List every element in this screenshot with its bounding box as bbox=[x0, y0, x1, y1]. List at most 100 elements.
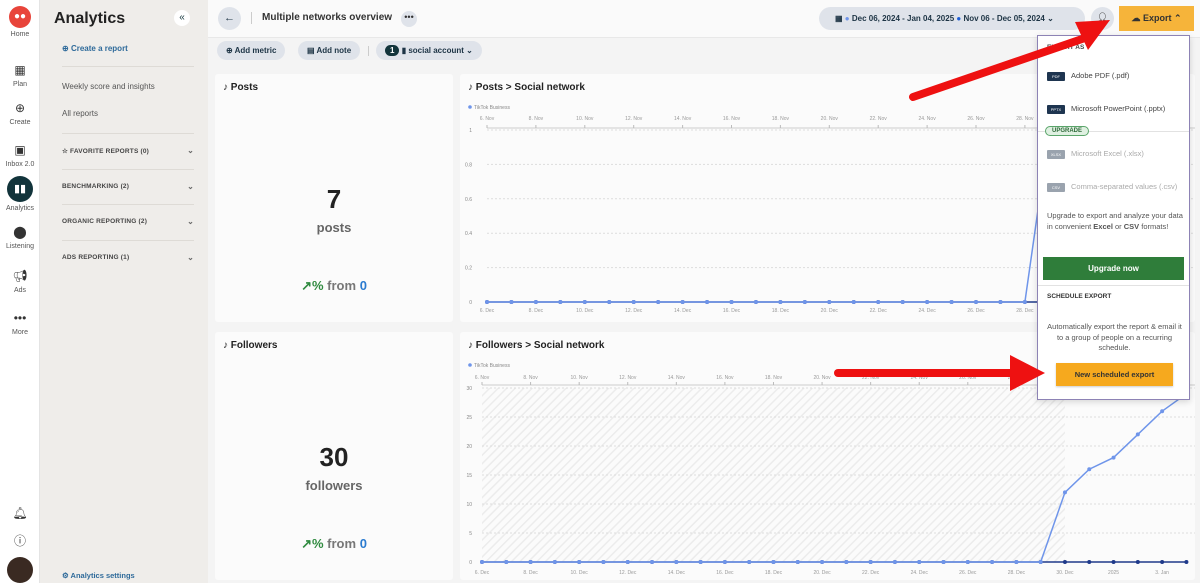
followers-summary-card: ♪ Followers 30 followers ↗% from 0 bbox=[215, 332, 453, 580]
compare-period-dot: ● bbox=[956, 14, 962, 23]
data-point bbox=[1014, 560, 1019, 564]
create-report-link[interactable]: ⊕ Create a report bbox=[62, 44, 128, 53]
data-point bbox=[778, 300, 783, 304]
bottom-x-tick-label: 20. Dec bbox=[813, 570, 831, 576]
analytics-settings-link[interactable]: ⚙ Analytics settings bbox=[62, 571, 135, 580]
export-pptx-option[interactable]: PPTX Microsoft PowerPoint (.pptx) bbox=[1047, 104, 1165, 114]
posts-unit: posts bbox=[316, 220, 352, 235]
top-x-tick-label: 12. Nov bbox=[625, 116, 643, 122]
add-note-button[interactable]: ▤ Add note bbox=[298, 41, 361, 60]
data-point bbox=[949, 300, 954, 304]
nav-more[interactable]: ••• More bbox=[0, 310, 40, 336]
share-user-button[interactable]: 👤︎ bbox=[1091, 7, 1114, 30]
bottom-x-tick-label: 18. Dec bbox=[765, 570, 783, 576]
data-point bbox=[625, 560, 630, 564]
divider bbox=[62, 66, 194, 67]
favorite-reports-section[interactable]: ☆ FAVORITE REPORTS (0) ⌄ bbox=[62, 146, 194, 155]
bottom-x-tick-label: 14. Dec bbox=[668, 570, 686, 576]
upgrade-now-button[interactable]: Upgrade now bbox=[1043, 257, 1184, 280]
ads-reporting-section[interactable]: ADS REPORTING (1) ⌄ bbox=[62, 253, 194, 262]
add-metric-button[interactable]: ⊕ Add metric bbox=[217, 41, 286, 60]
pin-icon: ⬤ bbox=[13, 225, 27, 239]
data-point bbox=[705, 300, 710, 304]
inbox-icon: ▣ bbox=[14, 143, 26, 157]
export-xlsx-option[interactable]: XLSX Microsoft Excel (.xlsx) bbox=[1047, 149, 1144, 159]
data-point bbox=[1111, 455, 1116, 460]
data-point bbox=[998, 300, 1003, 304]
data-point bbox=[1160, 409, 1165, 414]
benchmarking-section[interactable]: BENCHMARKING (2) ⌄ bbox=[62, 182, 194, 191]
ellipsis-icon: ••• bbox=[13, 311, 27, 325]
nav-ads[interactable]: 📢︎ Ads bbox=[0, 268, 40, 294]
top-x-tick-label: 8. Nov bbox=[529, 116, 544, 122]
bottom-x-tick-label: 24. Dec bbox=[911, 570, 929, 576]
notifications-button[interactable]: 🔔︎ bbox=[0, 505, 40, 524]
arrow-left-icon: ← bbox=[224, 12, 235, 24]
export-csv-option[interactable]: CSV Comma-separated values (.csv) bbox=[1047, 182, 1177, 192]
nav-plan[interactable]: ▦ Plan bbox=[0, 62, 40, 88]
weekly-score-link[interactable]: Weekly score and insights bbox=[62, 82, 155, 91]
all-reports-link[interactable]: All reports bbox=[62, 109, 98, 118]
more-options-button[interactable]: ••• bbox=[401, 11, 417, 27]
y-tick-label: 1 bbox=[469, 128, 472, 134]
nav-home[interactable]: ●● Home bbox=[0, 6, 40, 38]
y-tick-label: 0.8 bbox=[465, 162, 472, 168]
y-tick-label: 0.2 bbox=[465, 266, 472, 272]
data-point bbox=[631, 300, 636, 304]
data-point bbox=[698, 560, 703, 564]
nav-inbox[interactable]: ▣ Inbox 2.0 bbox=[0, 142, 40, 168]
data-point bbox=[900, 300, 905, 304]
legend-label: TikTok Business bbox=[474, 363, 510, 369]
data-point bbox=[558, 300, 563, 304]
bottom-x-tick-label: 26. Dec bbox=[967, 308, 985, 314]
data-point bbox=[820, 560, 825, 564]
chevron-down-icon: ⌄ bbox=[187, 146, 194, 155]
data-point bbox=[974, 300, 978, 304]
avatar[interactable] bbox=[7, 557, 33, 583]
data-point bbox=[795, 560, 800, 564]
export-button[interactable]: ☁ Export ⌃ bbox=[1119, 6, 1194, 31]
back-button[interactable]: ← bbox=[218, 7, 241, 30]
export-pdf-option[interactable]: PDF Adobe PDF (.pdf) bbox=[1047, 71, 1129, 81]
data-point bbox=[577, 560, 582, 564]
data-point bbox=[504, 560, 509, 564]
nav-create[interactable]: ⊕ Create bbox=[0, 100, 40, 126]
data-point bbox=[533, 300, 538, 304]
bottom-x-tick-label: 16. Dec bbox=[716, 570, 734, 576]
nav-listening[interactable]: ⬤ Listening bbox=[0, 224, 40, 250]
data-point bbox=[552, 560, 557, 564]
top-x-tick-label: 6. Nov bbox=[475, 375, 490, 381]
bottom-x-tick-label: 6. Dec bbox=[475, 570, 490, 576]
bar-chart-icon: ▮▮ bbox=[7, 176, 33, 202]
bottom-x-tick-label: 22. Dec bbox=[870, 308, 888, 314]
nav-analytics[interactable]: ▮▮ Analytics bbox=[0, 176, 40, 212]
schedule-export-heading: SCHEDULE EXPORT bbox=[1047, 293, 1112, 300]
bottom-x-tick-label: 12. Dec bbox=[625, 308, 643, 314]
collapse-sidebar-button[interactable]: « bbox=[174, 10, 190, 26]
followers-unit: followers bbox=[305, 478, 363, 493]
top-x-tick-label: 26. Nov bbox=[959, 375, 977, 381]
owl-logo-icon: ●● bbox=[9, 6, 31, 28]
y-tick-label: 25 bbox=[466, 415, 472, 421]
bottom-x-tick-label: 12. Dec bbox=[619, 570, 637, 576]
top-x-tick-label: 12. Nov bbox=[619, 375, 637, 381]
chevron-down-icon: ⌄ bbox=[187, 182, 194, 191]
chevron-down-icon: ⌄ bbox=[1047, 14, 1054, 23]
bottom-x-tick-label: 16. Dec bbox=[723, 308, 741, 314]
y-tick-label: 10 bbox=[466, 502, 472, 508]
data-point bbox=[771, 560, 776, 564]
bottom-x-tick-label: 28. Dec bbox=[1016, 308, 1034, 314]
organic-reporting-section[interactable]: ORGANIC REPORTING (2) ⌄ bbox=[62, 217, 194, 226]
social-account-selector[interactable]: 1 ▮ social account ⌄ bbox=[376, 41, 482, 60]
help-button[interactable]: ⓘ bbox=[0, 533, 40, 552]
legend-dot bbox=[468, 105, 472, 109]
new-scheduled-export-button[interactable]: New scheduled export bbox=[1056, 363, 1173, 386]
data-point bbox=[1111, 560, 1116, 564]
bottom-x-tick-label: 26. Dec bbox=[959, 570, 977, 576]
data-point bbox=[607, 300, 612, 304]
data-point bbox=[582, 300, 587, 304]
bottom-x-tick-label: 24. Dec bbox=[918, 308, 936, 314]
help-icon: ⓘ bbox=[13, 534, 26, 548]
date-range-picker[interactable]: ▦ ● Dec 06, 2024 - Jan 04, 2025 ● Nov 06… bbox=[819, 7, 1085, 30]
data-point bbox=[868, 560, 873, 564]
